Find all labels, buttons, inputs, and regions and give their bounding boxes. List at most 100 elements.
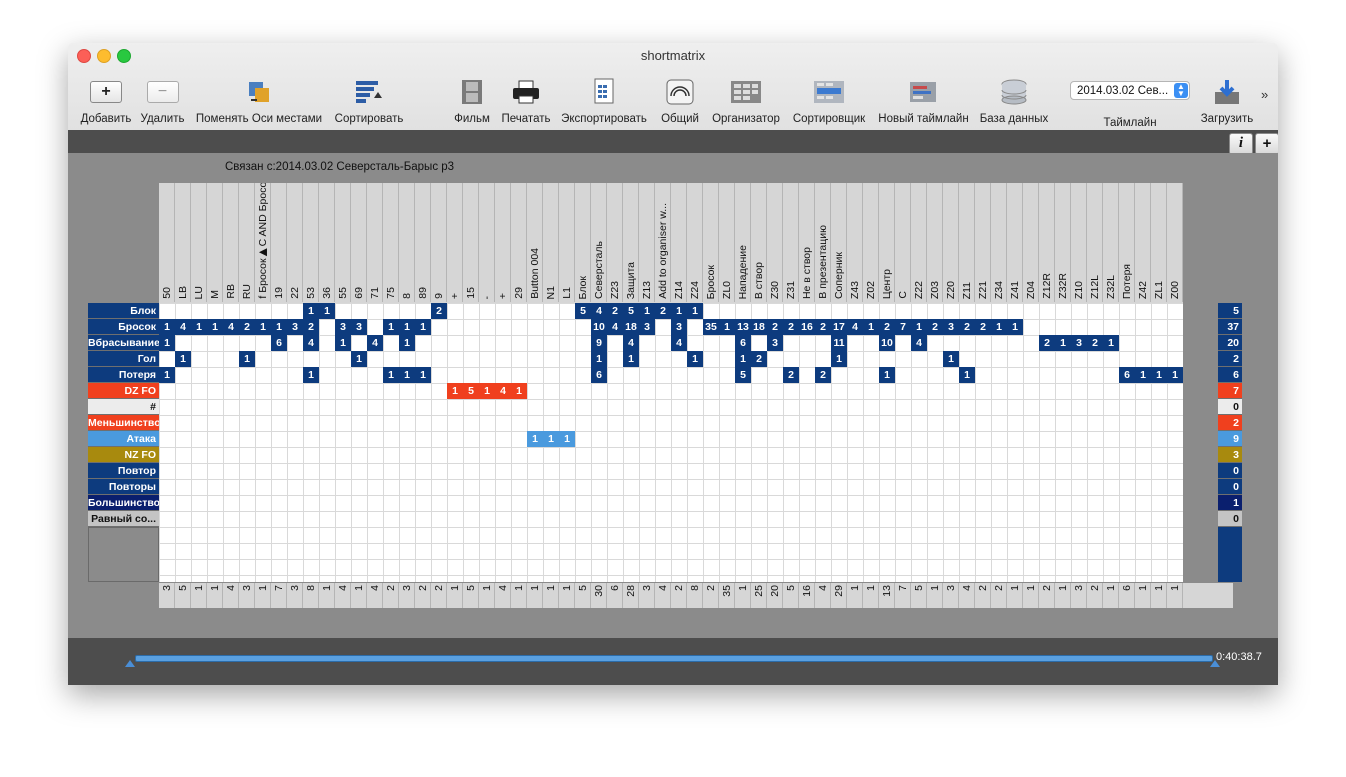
row-label[interactable]: Повтор (88, 463, 159, 479)
matrix-cell[interactable]: 1 (447, 383, 463, 399)
row-label[interactable]: Меньшинство (88, 415, 159, 431)
matrix-cell[interactable]: 4 (175, 319, 191, 335)
column-header[interactable]: 22 (287, 183, 303, 302)
add-button[interactable]: + Добавить (76, 75, 136, 125)
column-header[interactable]: Бросок (703, 183, 719, 302)
delete-button[interactable]: − Удалить (135, 75, 190, 125)
matrix-cell[interactable]: 3 (351, 319, 367, 335)
timeline-start-handle[interactable] (125, 660, 135, 667)
matrix-cell[interactable]: 3 (335, 319, 351, 335)
matrix-cell[interactable]: 1 (511, 383, 527, 399)
column-header[interactable]: ZL0 (719, 183, 735, 302)
matrix-cell[interactable]: 1 (175, 351, 191, 367)
matrix-cell[interactable]: 1 (639, 303, 655, 319)
column-header[interactable]: 9 (431, 183, 447, 302)
matrix-cell[interactable]: 2 (239, 319, 255, 335)
matrix-cell[interactable]: 3 (943, 319, 959, 335)
row-label[interactable]: Атака (88, 431, 159, 447)
matrix-cell[interactable]: 1 (399, 319, 415, 335)
matrix-cell[interactable]: 4 (911, 335, 927, 351)
matrix-cell[interactable]: 2 (1087, 335, 1103, 351)
matrix-cell[interactable]: 1 (319, 303, 335, 319)
column-header[interactable]: L1 (559, 183, 575, 302)
column-header[interactable]: 15 (463, 183, 479, 302)
column-header[interactable]: M (207, 183, 223, 302)
column-header[interactable]: Z23 (607, 183, 623, 302)
column-header[interactable]: 29 (511, 183, 527, 302)
matrix-cell[interactable]: 2 (927, 319, 943, 335)
matrix-cell[interactable]: 3 (767, 335, 783, 351)
column-header[interactable]: 55 (335, 183, 351, 302)
matrix-cell[interactable]: 3 (1071, 335, 1087, 351)
timeline-select[interactable]: 2014.03.02 Сев... ▲ ▼ (1070, 81, 1190, 100)
matrix-cell[interactable]: 18 (623, 319, 639, 335)
matrix-cell[interactable]: 2 (751, 351, 767, 367)
column-header[interactable]: Блок (575, 183, 591, 302)
matrix-cell[interactable]: 1 (671, 303, 687, 319)
column-header[interactable]: Add to organiser w... (655, 183, 671, 302)
timeline-slider[interactable] (135, 655, 1213, 662)
sort-button[interactable]: Сортировать (330, 75, 408, 125)
matrix-cell[interactable]: 1 (383, 319, 399, 335)
column-header[interactable]: Центр (879, 183, 895, 302)
swap-axes-button[interactable]: Поменять Оси местами (193, 75, 325, 125)
column-header[interactable]: Z43 (847, 183, 863, 302)
column-header[interactable]: ZL1 (1151, 183, 1167, 302)
matrix-cell[interactable]: 4 (607, 319, 623, 335)
column-header[interactable]: 53 (303, 183, 319, 302)
matrix-cell[interactable]: 1 (479, 383, 495, 399)
matrix-cell[interactable]: 9 (591, 335, 607, 351)
matrix-cell[interactable]: 10 (591, 319, 607, 335)
row-label[interactable]: Большинство (88, 495, 159, 511)
row-label[interactable]: Повторы (88, 479, 159, 495)
column-header[interactable]: Z14 (671, 183, 687, 302)
matrix-cell[interactable]: 6 (591, 367, 607, 383)
column-header[interactable]: Z22 (911, 183, 927, 302)
column-header[interactable]: Z30 (767, 183, 783, 302)
film-button[interactable]: Фильм (451, 75, 493, 125)
matrix-cell[interactable]: 1 (383, 367, 399, 383)
row-label[interactable]: Равный со... (88, 511, 159, 527)
column-header[interactable]: Защита (623, 183, 639, 302)
column-header[interactable]: Нападение (735, 183, 751, 302)
load-button[interactable]: Загрузить (1196, 75, 1258, 125)
matrix-cell[interactable]: 3 (287, 319, 303, 335)
new-timeline-button[interactable]: Новый таймлайн (876, 75, 971, 125)
column-header[interactable]: Z42 (1135, 183, 1151, 302)
column-header[interactable]: 36 (319, 183, 335, 302)
column-header[interactable]: RB (223, 183, 239, 302)
matrix-cell[interactable]: 1 (1103, 335, 1119, 351)
column-header[interactable]: Z11 (959, 183, 975, 302)
matrix-cell[interactable]: 5 (575, 303, 591, 319)
matrix-cell[interactable]: 4 (223, 319, 239, 335)
row-label[interactable]: Блок (88, 303, 159, 319)
toolbar-overflow-button[interactable]: » (1261, 87, 1268, 102)
matrix-cell[interactable]: 2 (303, 319, 319, 335)
column-header[interactable]: 75 (383, 183, 399, 302)
matrix-cell[interactable]: 1 (719, 319, 735, 335)
matrix-cell[interactable]: 1 (303, 303, 319, 319)
column-header[interactable]: LB (175, 183, 191, 302)
organizer-button[interactable]: Организатор (708, 75, 784, 125)
column-header[interactable]: Z03 (927, 183, 943, 302)
matrix-cell[interactable]: 1 (959, 367, 975, 383)
matrix-cell[interactable]: 5 (463, 383, 479, 399)
matrix-cell[interactable]: 1 (543, 431, 559, 447)
matrix-cell[interactable]: 1 (623, 351, 639, 367)
matrix-cell[interactable]: 2 (431, 303, 447, 319)
column-header[interactable]: Z34 (991, 183, 1007, 302)
matrix-cell[interactable]: 1 (399, 335, 415, 351)
matrix-cell[interactable]: 1 (687, 303, 703, 319)
matrix-cell[interactable]: 1 (559, 431, 575, 447)
matrix-cell[interactable]: 1 (159, 367, 175, 383)
matrix-cell[interactable]: 7 (895, 319, 911, 335)
column-header[interactable]: Z00 (1167, 183, 1183, 302)
matrix-cell[interactable]: 5 (623, 303, 639, 319)
matrix-cell[interactable]: 1 (303, 367, 319, 383)
column-header[interactable]: Z41 (1007, 183, 1023, 302)
column-header[interactable]: + (447, 183, 463, 302)
row-label[interactable]: Вбрасывание (88, 335, 159, 351)
column-header[interactable]: Z12R (1039, 183, 1055, 302)
matrix-cell[interactable]: 11 (831, 335, 847, 351)
matrix-cell[interactable]: 1 (159, 319, 175, 335)
